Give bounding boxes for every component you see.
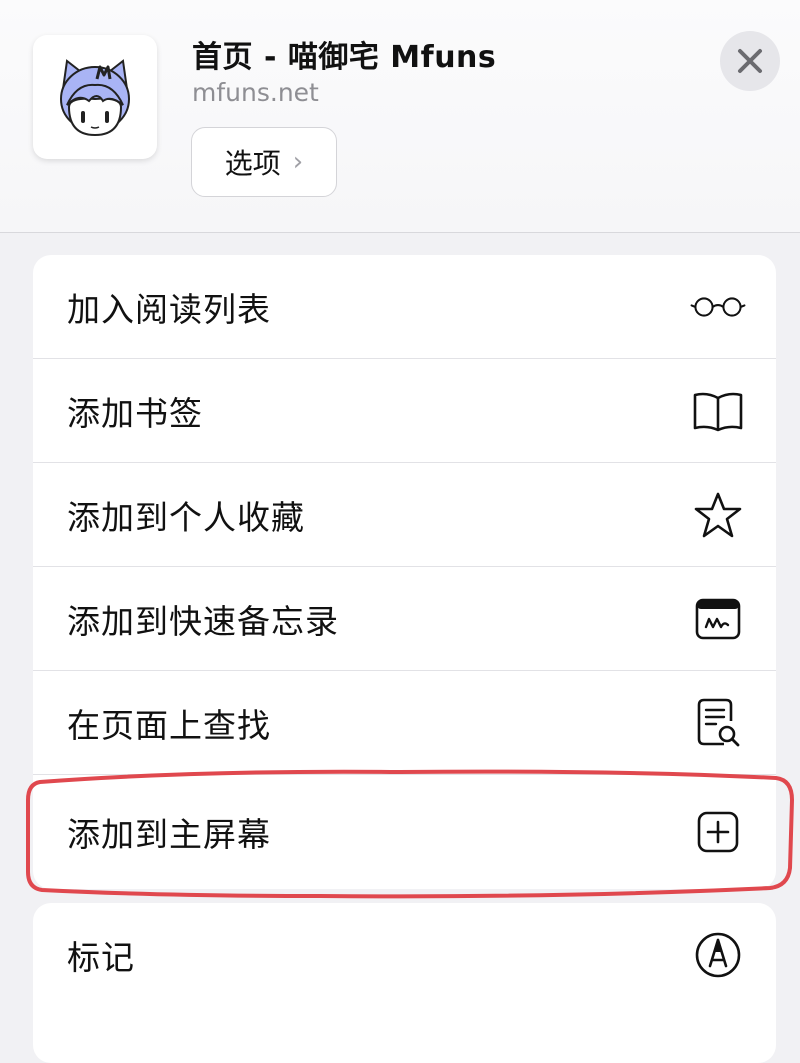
close-icon xyxy=(738,49,762,73)
menu-item-label: 添加书签 xyxy=(67,393,203,433)
menu-item-add-to-reading-list[interactable]: 加入阅读列表 xyxy=(33,255,776,359)
menu-item-add-to-favorites[interactable]: 添加到个人收藏 xyxy=(33,463,776,567)
share-sheet-header: 首页 - 喵御宅 Mfuns mfuns.net 选项 › xyxy=(0,0,800,233)
close-button[interactable] xyxy=(720,31,780,91)
find-on-page-icon xyxy=(690,695,746,751)
options-button[interactable]: 选项 › xyxy=(191,127,337,197)
menu-item-add-to-quick-note[interactable]: 添加到快速备忘录 xyxy=(33,567,776,671)
menu-item-add-to-home-screen[interactable]: 添加到主屏幕 xyxy=(33,775,776,889)
menu-item-label: 在页面上查找 xyxy=(67,705,271,745)
book-icon xyxy=(690,383,746,439)
menu-item-label: 添加到主屏幕 xyxy=(67,815,271,854)
options-label: 选项 xyxy=(224,147,281,180)
menu-item-add-bookmark[interactable]: 添加书签 xyxy=(33,359,776,463)
quick-note-icon xyxy=(690,591,746,647)
menu-item-label: 添加到快速备忘录 xyxy=(67,601,339,641)
mfuns-cat-avatar-icon xyxy=(60,59,130,137)
chevron-right-icon: › xyxy=(292,147,304,177)
add-square-icon xyxy=(690,804,746,860)
page-title: 首页 - 喵御宅 Mfuns xyxy=(192,40,497,75)
menu-item-label: 加入阅读列表 xyxy=(67,289,271,329)
glasses-icon xyxy=(690,279,746,335)
page-url: mfuns.net xyxy=(192,78,319,107)
menu-item-find-on-page[interactable]: 在页面上查找 xyxy=(33,671,776,775)
menu-item-label: 添加到个人收藏 xyxy=(67,497,305,537)
menu-item-label: 标记 xyxy=(67,938,135,977)
site-icon xyxy=(33,35,157,159)
star-icon xyxy=(690,487,746,543)
action-list-secondary: 标记 xyxy=(33,903,776,1063)
markup-pen-icon xyxy=(690,927,746,983)
menu-item-markup[interactable]: 标记 xyxy=(33,903,776,1007)
action-list: 加入阅读列表 添加书签 添加到个人收藏 添加到快速备忘录 在页面上查找 添加到主… xyxy=(33,255,776,889)
